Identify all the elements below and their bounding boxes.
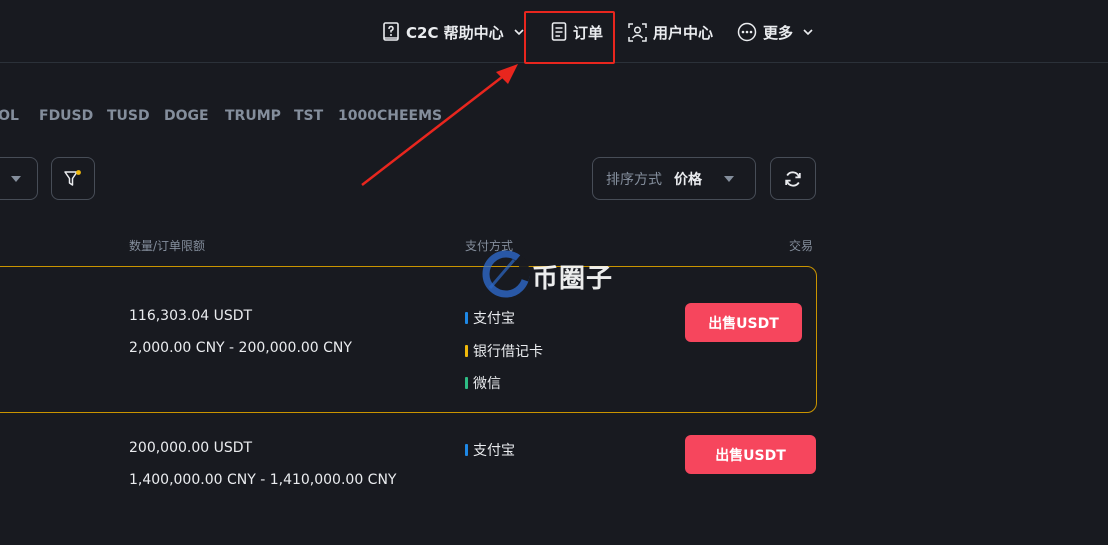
coin-tab-doge[interactable]: DOGE	[164, 108, 209, 124]
orders-link[interactable]: 订单	[551, 18, 603, 46]
sort-value: 价格	[674, 171, 702, 188]
row-quantity: 116,303.04 USDT	[129, 308, 253, 324]
row-quantity: 200,000.00 USDT	[129, 440, 253, 456]
payment-method: 支付宝	[465, 440, 515, 460]
payment-method: 微信	[465, 373, 501, 393]
help-center-menu[interactable]: C2C 帮助中心	[382, 18, 524, 46]
coin-tab-trump[interactable]: TRUMP	[225, 108, 281, 124]
help-book-icon	[383, 22, 399, 41]
help-center-label: C2C 帮助中心	[406, 23, 504, 42]
more-label: 更多	[763, 23, 794, 42]
chevron-down-icon	[514, 29, 524, 36]
header-quantity: 数量/订单限额	[129, 239, 206, 253]
coin-tab-1000cheems[interactable]: 1000CHEEMS	[338, 108, 442, 124]
row-limit: 1,400,000.00 CNY - 1,410,000.00 CNY	[129, 472, 397, 488]
payment-method: 支付宝	[465, 308, 515, 328]
payment-color-bar	[465, 312, 468, 324]
sort-label: 排序方式	[606, 171, 662, 188]
payment-color-bar	[465, 444, 468, 456]
header-trade: 交易	[789, 239, 814, 253]
caret-down-icon	[11, 175, 21, 182]
payment-name: 银行借记卡	[473, 344, 543, 360]
filter-button[interactable]	[51, 157, 95, 200]
user-center-label: 用户中心	[653, 23, 714, 42]
sell-usdt-button[interactable]: 出售USDT	[685, 435, 816, 474]
payment-name: 支付宝	[473, 311, 515, 327]
coin-tab-bar: SOL FDUSD TUSD DOGE TRUMP TST 1000CHEEMS	[0, 108, 460, 128]
coin-tab-sol[interactable]: SOL	[0, 108, 19, 124]
row-limit: 2,000.00 CNY - 200,000.00 CNY	[129, 340, 352, 356]
order-document-icon	[551, 22, 567, 41]
payment-color-bar	[465, 377, 468, 389]
caret-down-icon	[724, 175, 734, 182]
payment-name: 微信	[473, 376, 501, 392]
coin-tab-tst[interactable]: TST	[294, 108, 323, 124]
payment-name: 支付宝	[473, 443, 515, 459]
payment-color-bar	[465, 345, 468, 357]
more-menu[interactable]: 更多	[737, 18, 813, 46]
sell-usdt-button[interactable]: 出售USDT	[685, 303, 802, 342]
refresh-button[interactable]	[770, 157, 816, 200]
orders-label: 订单	[573, 23, 604, 42]
payment-method: 银行借记卡	[465, 341, 543, 361]
user-scan-icon	[628, 22, 647, 42]
sort-select[interactable]: 排序方式 价格	[592, 157, 756, 200]
filter-icon	[64, 169, 81, 186]
refresh-icon	[785, 171, 801, 186]
coin-tab-tusd[interactable]: TUSD	[107, 108, 150, 124]
top-navigation: C2C 帮助中心 订单 用户中心 更多	[0, 0, 1108, 63]
payment-dropdown[interactable]	[0, 157, 38, 200]
chevron-down-icon	[803, 29, 813, 36]
header-payment: 支付方式	[465, 239, 514, 253]
coin-tab-fdusd[interactable]: FDUSD	[39, 108, 93, 124]
user-center-link[interactable]: 用户中心	[628, 18, 713, 46]
more-dots-icon	[737, 22, 757, 42]
